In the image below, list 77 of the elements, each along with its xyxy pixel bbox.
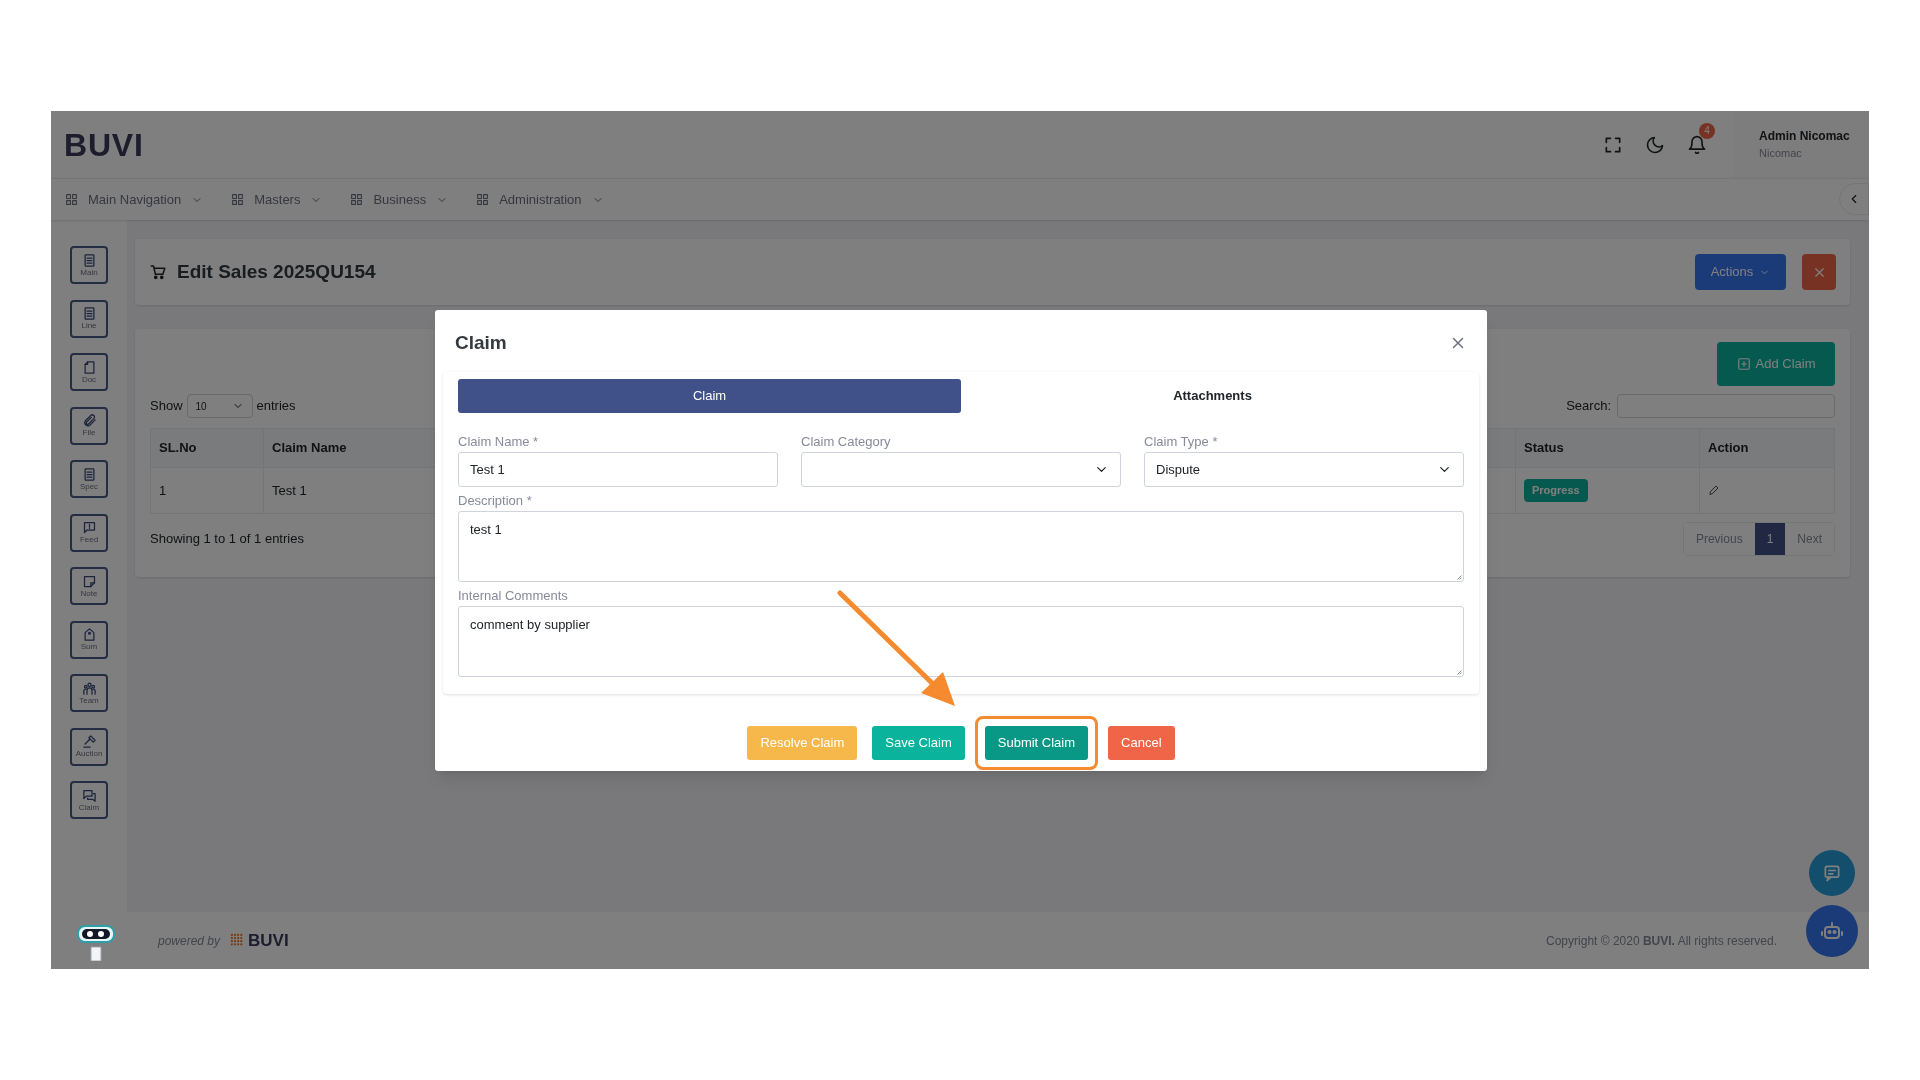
gavel-icon xyxy=(81,734,97,749)
dialog-button[interactable]: Resolve Claim xyxy=(747,726,858,760)
people-icon xyxy=(81,680,97,696)
user-name: Admin Nicomac xyxy=(1759,128,1851,146)
status-badge: Progress xyxy=(1524,479,1588,502)
chat-icon xyxy=(81,787,97,803)
textarea-field[interactable]: test 1 xyxy=(458,511,1464,582)
notification-badge: 4 xyxy=(1699,122,1715,139)
moon-icon xyxy=(1645,134,1665,155)
pagination-button[interactable]: 1 xyxy=(1754,523,1786,555)
page-size-select[interactable]: 10 xyxy=(186,394,253,418)
document-icon xyxy=(81,252,97,268)
grid-icon xyxy=(350,193,364,206)
sidebar-item[interactable]: Spec xyxy=(70,460,108,498)
paperclip-icon xyxy=(81,413,97,428)
document-icon xyxy=(81,306,97,321)
search-field[interactable] xyxy=(1617,394,1835,418)
sidebar-item[interactable]: Doc xyxy=(70,353,108,391)
footer-logo: BUVI xyxy=(248,929,289,952)
field-label: Claim Type * xyxy=(1144,434,1219,450)
dialog-button[interactable]: Cancel xyxy=(1108,726,1175,760)
field-label: Internal Comments xyxy=(458,589,569,603)
sidebar-item[interactable]: Note xyxy=(70,567,108,605)
dialog-title: Claim xyxy=(455,330,507,355)
powered-by-text: powered by xyxy=(158,932,221,950)
grid-icon xyxy=(476,193,490,206)
sidebar-item[interactable]: Line xyxy=(70,299,108,338)
sidebar-item[interactable]: Team xyxy=(70,674,108,712)
select-field[interactable] xyxy=(801,452,1121,487)
sidebar-item[interactable]: Feed xyxy=(70,513,108,552)
dialog-tab[interactable]: Claim xyxy=(458,379,961,413)
textarea-field[interactable]: comment by supplier xyxy=(458,606,1464,677)
robot-drawing xyxy=(77,925,115,961)
entries-label: entries xyxy=(256,397,296,416)
copyright-text: Copyright © 2020 BUVI. All rights reserved. xyxy=(1546,932,1777,950)
sidebar-item[interactable]: Main xyxy=(70,246,108,284)
page-title: Edit Sales 2025QU154 xyxy=(177,259,376,284)
field-label: Claim Name * xyxy=(458,434,540,450)
nav-menu-item[interactable]: Main Navigation xyxy=(65,189,204,210)
column-header[interactable]: Action xyxy=(1699,428,1835,468)
show-label: Show xyxy=(150,397,183,416)
table-cell: 1 xyxy=(150,467,264,514)
nav-menu-item[interactable]: Administration xyxy=(476,189,604,210)
page-icon xyxy=(81,359,97,375)
add-claim-button[interactable]: Add Claim xyxy=(1717,342,1835,386)
input-field[interactable]: Test 1 xyxy=(458,452,778,487)
user-company: Nicomac xyxy=(1759,146,1803,162)
nav-menu-item[interactable]: Masters xyxy=(231,189,323,210)
plus-icon xyxy=(1736,357,1751,371)
select-field[interactable]: Dispute xyxy=(1144,452,1464,487)
field-label: Claim Category xyxy=(801,434,892,450)
sidebar-item[interactable]: Claim xyxy=(70,781,108,819)
field-label: Description * xyxy=(458,494,533,508)
sidebar-item[interactable]: Auction xyxy=(70,727,108,766)
message-alert-icon xyxy=(81,520,97,535)
chat-icon xyxy=(1822,863,1842,883)
close-page-button[interactable] xyxy=(1802,254,1836,290)
search-label: Search: xyxy=(1566,397,1611,416)
column-header[interactable]: Status xyxy=(1515,428,1700,468)
sidebar-item[interactable]: Sum xyxy=(70,620,108,659)
chat-button[interactable] xyxy=(1809,850,1855,896)
bell-icon xyxy=(1687,134,1707,155)
nav-menu-item[interactable]: Business xyxy=(350,189,449,210)
cart-icon xyxy=(149,263,167,281)
dialog-button[interactable]: Submit Claim xyxy=(984,726,1089,760)
grid-icon xyxy=(65,193,78,206)
dialog-button[interactable]: Save Claim xyxy=(872,726,965,760)
tag-icon xyxy=(81,627,97,642)
pencil-icon xyxy=(1708,483,1720,496)
column-header[interactable]: SL.No xyxy=(150,428,264,468)
document-icon xyxy=(81,466,97,482)
actions-button[interactable]: Actions xyxy=(1695,254,1786,290)
table-info: Showing 1 to 1 of 1 entries xyxy=(150,530,304,549)
note-icon xyxy=(81,573,97,589)
logo[interactable]: BUVI xyxy=(64,120,144,169)
grid-icon xyxy=(231,193,245,206)
sidebar-item[interactable]: File xyxy=(70,406,108,445)
